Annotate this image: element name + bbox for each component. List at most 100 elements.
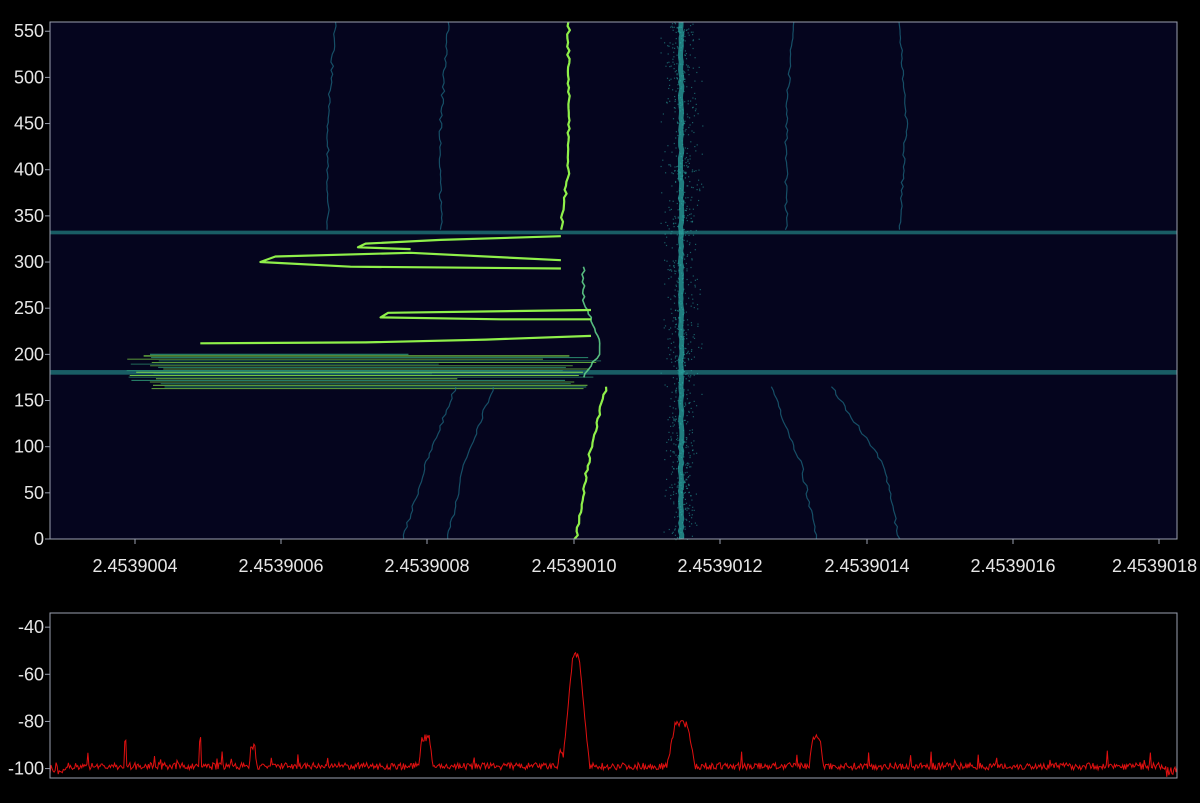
noise-speck [675, 285, 678, 287]
noise-speck [674, 383, 676, 385]
noise-speck [685, 311, 687, 313]
noise-speck [681, 35, 683, 37]
noise-speck [687, 421, 689, 423]
noise-speck [681, 257, 683, 259]
noise-speck [686, 467, 688, 469]
noise-speck [677, 122, 679, 124]
noise-speck [685, 373, 687, 375]
noise-speck [670, 165, 672, 167]
noise-speck [664, 325, 667, 327]
noise-speck [666, 236, 668, 238]
noise-speck [690, 466, 692, 468]
noise-speck [690, 213, 692, 215]
noise-speck [682, 216, 684, 218]
noise-speck [689, 455, 691, 457]
noise-speck [665, 244, 668, 247]
noise-speck [685, 485, 687, 487]
noise-speck [686, 278, 688, 281]
noise-speck [692, 23, 694, 25]
noise-speck [666, 102, 668, 104]
noise-speck [664, 233, 666, 235]
noise-speck [686, 29, 688, 31]
noise-speck [692, 122, 694, 124]
noise-speck [689, 474, 691, 477]
noise-speck [691, 514, 693, 516]
noise-speck [691, 462, 694, 464]
waterfall-y-tick-label: 0 [34, 529, 44, 549]
noise-speck [668, 164, 670, 166]
noise-speck [675, 90, 677, 92]
noise-speck [673, 63, 675, 65]
noise-speck [677, 77, 679, 79]
noise-speck [673, 452, 675, 454]
noise-speck [676, 461, 679, 463]
noise-speck [687, 254, 689, 256]
waterfall-y-tick-label: 150 [14, 391, 44, 411]
noise-speck [684, 130, 686, 132]
noise-speck [701, 183, 703, 185]
noise-speck [675, 131, 677, 133]
noise-speck [693, 115, 695, 117]
noise-speck [680, 335, 682, 338]
waterfall-x-tick-label: 2.4539006 [238, 556, 323, 576]
noise-speck [676, 280, 678, 282]
noise-speck [666, 77, 669, 79]
noise-speck [672, 58, 674, 60]
noise-speck [688, 359, 690, 361]
noise-speck [670, 65, 672, 67]
noise-speck [677, 477, 679, 479]
noise-speck [684, 498, 686, 500]
noise-speck [674, 71, 676, 73]
noise-speck [670, 473, 673, 475]
waterfall-x-tick-label: 2.4539012 [677, 556, 762, 576]
spectrum-y-tick-label: -100 [8, 759, 44, 779]
noise-speck [692, 47, 694, 50]
noise-speck [687, 32, 689, 34]
noise-speck [671, 185, 673, 187]
noise-speck [671, 391, 673, 393]
noise-speck [686, 439, 688, 441]
noise-speck [702, 186, 704, 188]
noise-speck [661, 192, 663, 194]
noise-speck [693, 307, 695, 309]
noise-speck [665, 489, 667, 491]
noise-speck [670, 439, 672, 441]
noise-speck [687, 185, 689, 187]
noise-speck [692, 411, 694, 413]
noise-speck [685, 441, 687, 443]
noise-speck [684, 202, 686, 204]
noise-speck [681, 104, 683, 106]
noise-speck [675, 418, 677, 420]
noise-speck [696, 184, 698, 186]
waterfall-x-tick-label: 2.4539004 [92, 556, 177, 576]
noise-speck [666, 386, 668, 388]
noise-speck [684, 402, 686, 404]
noise-speck [678, 230, 681, 232]
noise-speck [681, 487, 683, 489]
noise-speck [688, 402, 690, 404]
noise-speck [670, 436, 672, 438]
noise-speck [678, 483, 680, 485]
noise-speck [683, 371, 685, 373]
noise-speck [670, 276, 672, 278]
noise-speck [689, 392, 691, 394]
noise-speck [674, 111, 676, 113]
noise-speck [662, 113, 664, 115]
noise-speck [677, 467, 679, 469]
noise-speck [677, 134, 679, 137]
noise-speck [686, 338, 688, 340]
noise-speck [692, 416, 694, 418]
noise-speck [682, 278, 684, 280]
noise-speck [688, 234, 690, 236]
noise-speck [689, 504, 691, 506]
noise-speck [689, 208, 691, 210]
noise-speck [671, 484, 673, 486]
noise-speck [670, 438, 673, 440]
noise-speck [679, 377, 681, 380]
noise-speck [668, 439, 670, 441]
noise-speck [685, 197, 687, 199]
noise-speck [678, 415, 680, 417]
noise-speck [683, 319, 685, 321]
noise-speck [682, 253, 685, 255]
noise-speck [686, 471, 688, 473]
